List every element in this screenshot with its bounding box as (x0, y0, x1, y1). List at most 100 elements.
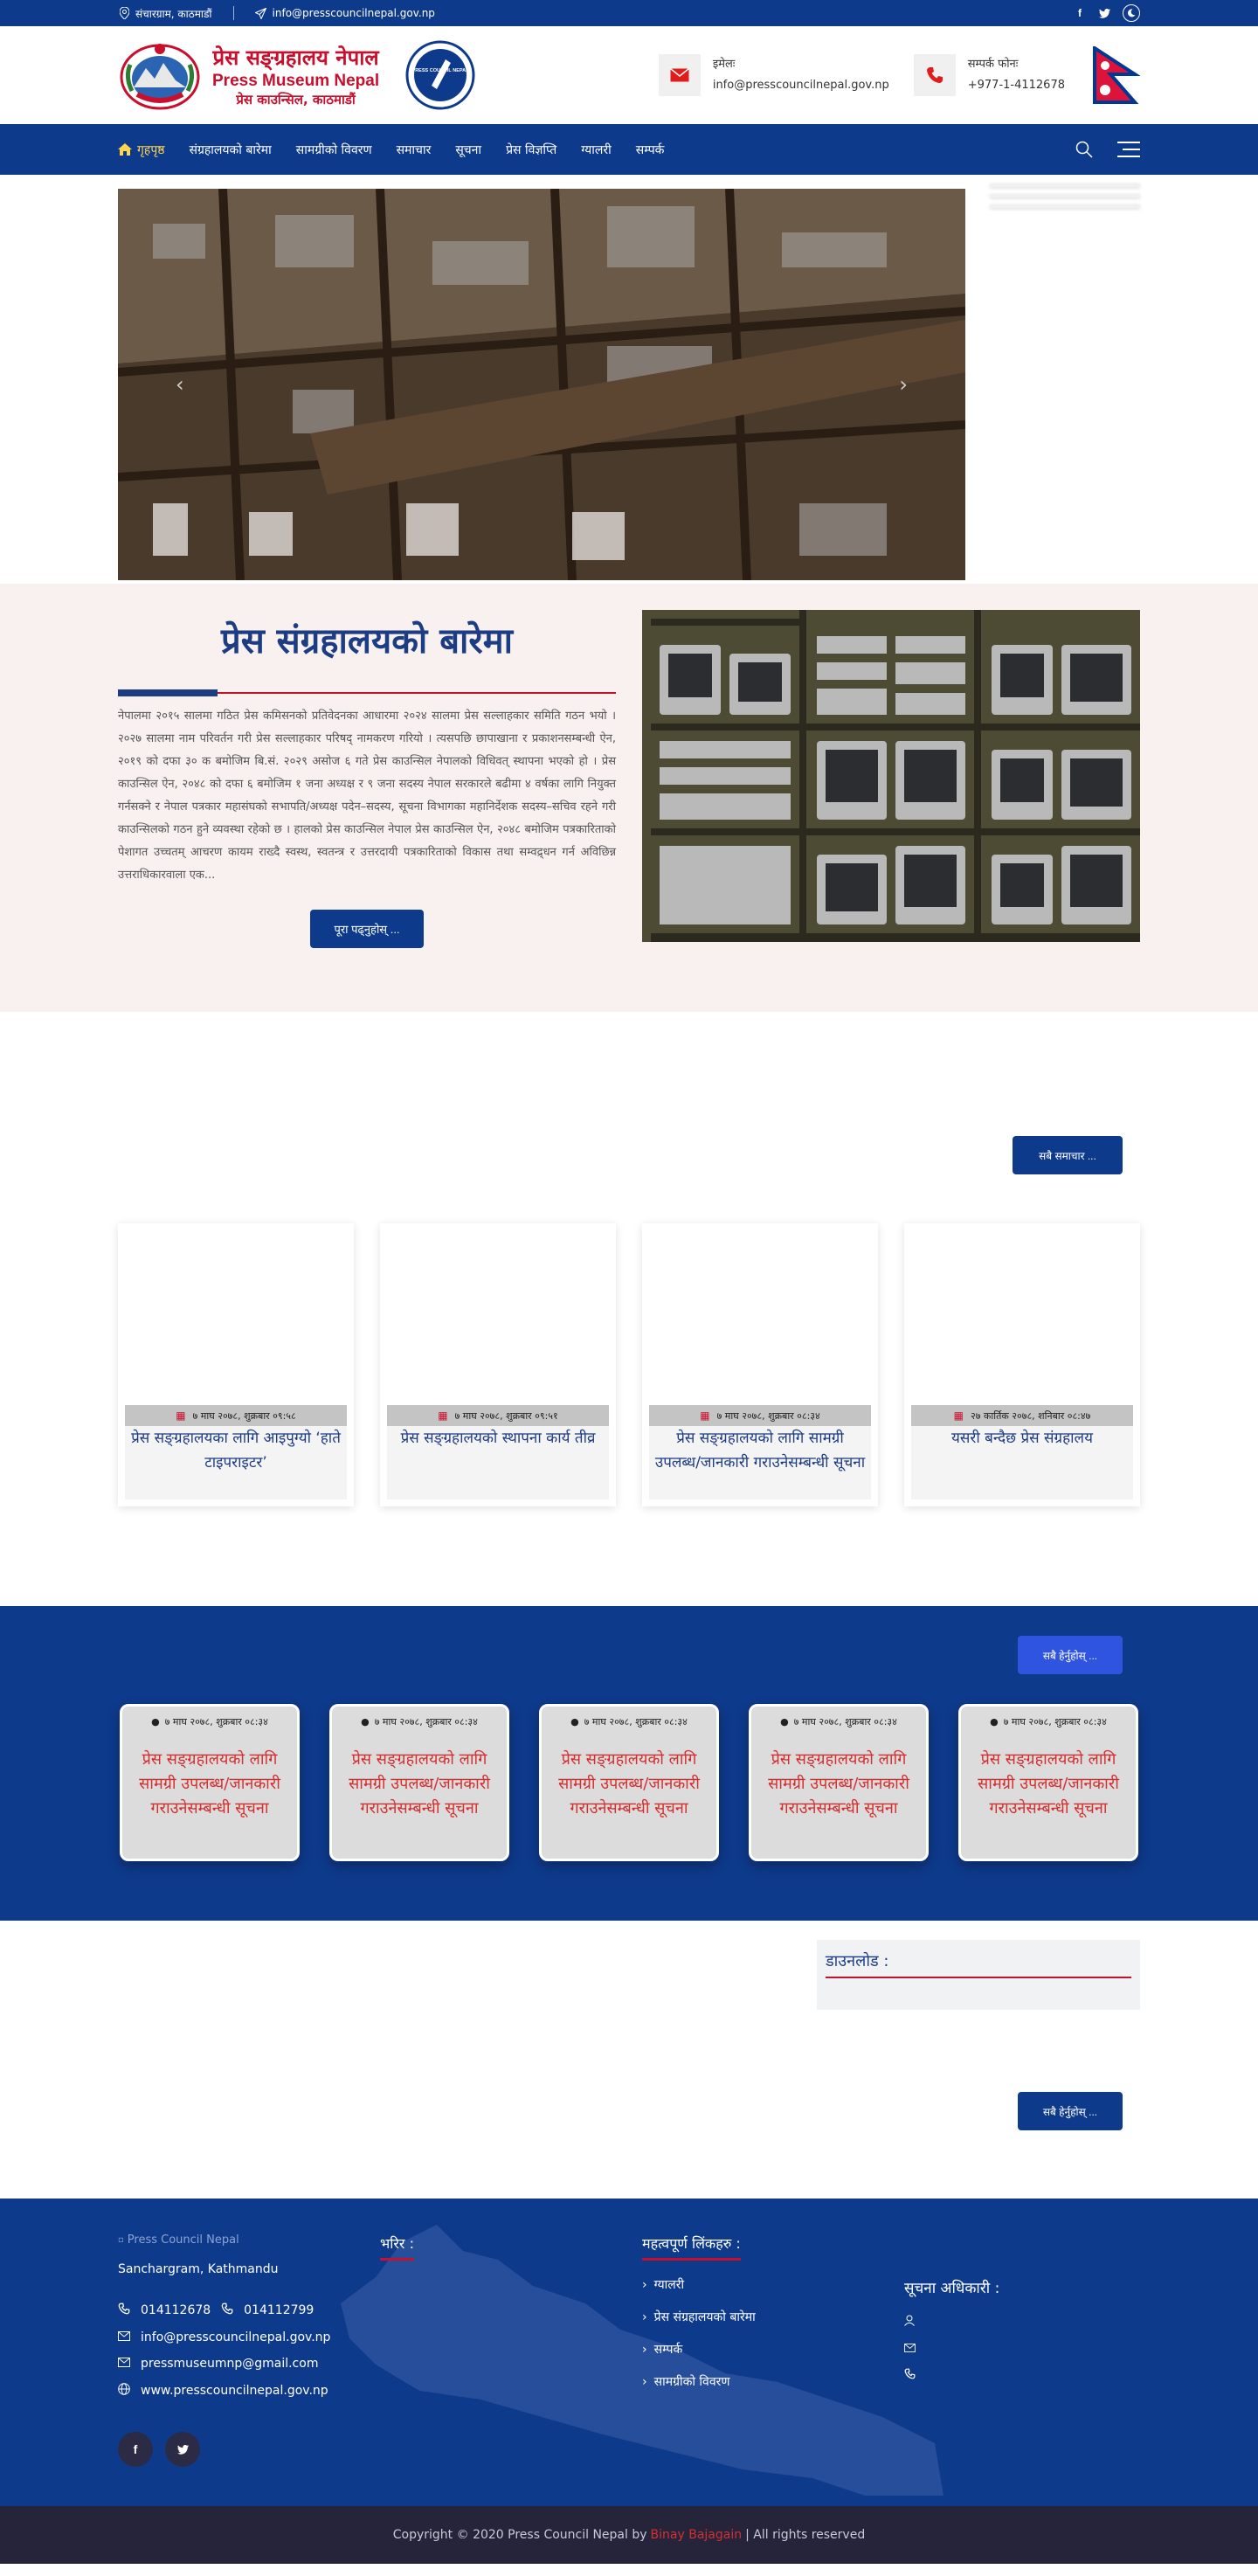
footer-phone-2[interactable]: 014112799 (244, 2303, 314, 2317)
footer-link-about[interactable]: › प्रेस संग्रहालयको बारेमा (642, 2309, 756, 2325)
all-news-button[interactable]: सबै समाचार ... (1013, 1136, 1123, 1174)
notice-title[interactable]: प्रेस सङ्ग्रहालयको लागि सामग्री उपलब्ध/ज… (332, 1748, 507, 1821)
news-date-text: ७ माघ २०७८, शुक्रबार ०९:५८ (192, 1409, 296, 1422)
dark-mode-toggle[interactable] (1123, 4, 1140, 22)
email-value[interactable]: info@presscouncilnepal.gov.np (713, 75, 889, 96)
brand-title[interactable]: प्रेस सङ्ग्रहालय नेपाल Press Museum Nepa… (212, 43, 379, 108)
menu-toggle-icon[interactable] (1117, 142, 1140, 157)
calendar-icon: ▦ (700, 1409, 710, 1422)
notice-date: ७ माघ २०७८, शुक्रबार ०८:३४ (584, 1716, 688, 1728)
phone-value[interactable]: +977-1-4112678 (968, 75, 1065, 96)
nav-item-home[interactable]: गृहपृष्ठ (118, 142, 165, 158)
nepal-emblem-logo[interactable] (118, 38, 202, 112)
image-slider[interactable]: ‹ › (118, 189, 965, 580)
news-date: ▦ २७ कार्तिक २०७८, शनिबार ०८:४७ (911, 1405, 1133, 1426)
sidebar-card (990, 184, 1140, 215)
nav-label: गृहपृष्ठ (137, 142, 165, 157)
email-label: इमेलः (712, 58, 736, 71)
news-card[interactable]: ▦ ७ माघ २०७८, शुक्रबार ०९:५८ प्रेस सङ्ग्र… (118, 1223, 354, 1506)
nav-item-notices[interactable]: सूचना (455, 142, 481, 158)
nav-item-about[interactable]: संग्रहालयको बारेमा (190, 142, 272, 158)
nav-label: ग्यालरी (581, 142, 612, 157)
footer-phone-1[interactable]: 014112678 (141, 2303, 211, 2317)
brand-name-english: Press Museum Nepal (212, 71, 380, 90)
notice-title[interactable]: प्रेस सङ्ग्रहालयको लागि सामग्री उपलब्ध/ज… (122, 1748, 297, 1821)
news-date: ▦ ७ माघ २०७८, शुक्रबार ०८:३४ (649, 1405, 871, 1426)
copyright-bar: Copyright © 2020 Press Council Nepal by … (0, 2506, 1258, 2564)
chevron-right-icon: › (642, 2374, 647, 2389)
copyright-author-link[interactable]: Binay Bajagain (651, 2528, 743, 2542)
footer-link-label: ग्यालरी (653, 2278, 685, 2292)
twitter-icon[interactable] (165, 2432, 200, 2467)
notice-card[interactable]: ● ७ माघ २०७८, शुक्रबार ०८:३४ प्रेस सङ्ग्र… (958, 1704, 1138, 1861)
envelope-icon (669, 68, 689, 82)
user-icon (904, 2315, 915, 2330)
news-card[interactable]: ▦ ७ माघ २०७८, शुक्रबार ०९:५१ प्रेस सङ्ग्र… (380, 1223, 616, 1506)
news-title[interactable]: यसरी बन्दैछ प्रेस संग्रहालय (911, 1426, 1133, 1499)
envelope-icon (904, 2342, 916, 2356)
brand-subtitle: प्रेस काउन्सिल, काठमाडौं (236, 91, 356, 107)
email-info[interactable]: info@presscouncilnepal.gov.np (255, 7, 435, 19)
nav-item-press-release[interactable]: प्रेस विज्ञप्ति (506, 142, 556, 158)
site-footer: ▫ Press Council Nepal Sanchargram, Kathm… (0, 2199, 1258, 2506)
notice-title[interactable]: प्रेस सङ्ग्रहालयको लागि सामग्री उपलब्ध/ज… (961, 1748, 1136, 1821)
nav-item-contact[interactable]: सम्पर्क (636, 142, 665, 158)
nav-item-gallery[interactable]: ग्यालरी (581, 142, 612, 158)
notice-date: ७ माघ २०७८, शुक्रबार ०८:३४ (164, 1716, 268, 1728)
footer-contact: ▫ Press Council Nepal Sanchargram, Kathm… (118, 2233, 330, 2467)
news-date: ▦ ७ माघ २०७८, शुक्रबार ०९:५८ (125, 1405, 347, 1426)
footer-link-contact[interactable]: › सम्पर्क (642, 2341, 756, 2358)
nav-label: सामग्रीको विवरण (295, 142, 372, 157)
footer-link-materials[interactable]: › सामग्रीको विवरण (642, 2373, 756, 2390)
moon-icon (1128, 9, 1136, 17)
nav-item-materials[interactable]: सामग्रीको विवरण (296, 142, 372, 158)
hero-section: ‹ › (118, 175, 1140, 580)
email-link[interactable]: info@presscouncilnepal.gov.np (273, 7, 435, 19)
links-heading: महत्वपूर्ण लिंकहरु : (642, 2233, 741, 2261)
nav-label: संग्रहालयको बारेमा (189, 142, 272, 157)
news-title[interactable]: प्रेस सङ्ग्रहालयका लागि आइपुग्यो ‘हाते ट… (125, 1426, 347, 1499)
footer-logo-image[interactable]: ▫ Press Council Nepal (118, 2233, 330, 2247)
globe-icon (118, 2383, 130, 2399)
footer-email-2[interactable]: pressmuseumnp@gmail.com (141, 2357, 318, 2371)
notice-card[interactable]: ● ७ माघ २०७८, शुक्रबार ०८:३४ प्रेस सङ्ग्र… (749, 1704, 929, 1861)
notice-card[interactable]: ● ७ माघ २०७८, शुक्रबार ०८:३४ प्रेस सङ्ग्र… (329, 1704, 509, 1861)
footer-link-label: सम्पर्क (653, 2343, 683, 2357)
notice-title[interactable]: प्रेस सङ्ग्रहालयको लागि सामग्री उपलब्ध/ज… (751, 1748, 926, 1821)
nav-item-news[interactable]: समाचार (397, 142, 432, 158)
clock-icon: ● (990, 1716, 999, 1728)
news-card[interactable]: ▦ २७ कार्तिक २०७८, शनिबार ०८:४७ यसरी बन्द… (904, 1223, 1140, 1506)
news-title[interactable]: प्रेस सङ्ग्रहालयको स्थापना कार्य तीव्र (387, 1426, 609, 1499)
search-icon[interactable] (1075, 141, 1093, 158)
twitter-icon[interactable] (1098, 7, 1110, 19)
museum-equipment-image (642, 610, 1140, 942)
news-card[interactable]: ▦ ७ माघ २०७८, शुक्रबार ०८:३४ प्रेस सङ्ग्र… (642, 1223, 878, 1506)
chevron-right-icon: › (642, 2342, 647, 2357)
view-all-notices-button[interactable]: सबै हेर्नुहोस् ... (1018, 1636, 1123, 1674)
notice-card[interactable]: ● ७ माघ २०७८, शुक्रबार ०८:३४ प्रेस सङ्ग्र… (539, 1704, 719, 1861)
press-council-logo[interactable]: PRESS COUNCIL NEPAL (405, 40, 475, 110)
notice-card[interactable]: ● ७ माघ २०७८, शुक्रबार ०८:३४ प्रेस सङ्ग्र… (120, 1704, 300, 1861)
news-title[interactable]: प्रेस सङ्ग्रहालयको लागि सामग्री उपलब्ध/ज… (649, 1426, 871, 1499)
read-more-button[interactable]: पूरा पढ्नुहोस् ... (310, 910, 424, 948)
facebook-icon[interactable]: f (1074, 7, 1086, 19)
notice-title[interactable]: प्रेस सङ्ग्रहालयको लागि सामग्री उपलब्ध/ज… (542, 1748, 716, 1821)
footer-logo-alt: Press Council Nepal (127, 2233, 239, 2247)
clock-icon: ● (151, 1716, 160, 1728)
header-email[interactable]: इमेलः info@presscouncilnepal.gov.np (658, 54, 889, 96)
clock-icon: ● (570, 1716, 579, 1728)
press-council-logo-text: PRESS COUNCIL NEPAL (412, 68, 470, 73)
header-phone[interactable]: सम्पर्क फोनः +977-1-4112678 (913, 54, 1065, 96)
slider-next-icon[interactable]: › (899, 372, 908, 397)
facebook-icon[interactable]: f (118, 2432, 153, 2467)
slider-prev-icon[interactable]: ‹ (176, 372, 184, 397)
footer-email-1[interactable]: info@presscouncilnepal.gov.np (141, 2330, 330, 2344)
footer-link-gallery[interactable]: › ग्यालरी (642, 2276, 756, 2293)
envelope-box (658, 54, 701, 96)
view-all-downloads-button[interactable]: सबै हेर्नुहोस् ... (1018, 2092, 1123, 2130)
divider (232, 6, 234, 20)
footer-website[interactable]: www.presscouncilnepal.gov.np (141, 2384, 328, 2398)
about-section: प्रेस संग्रहालयको बारेमा नेपालमा २०१५ सा… (0, 584, 1258, 1012)
main-navigation: गृहपृष्ठ संग्रहालयको बारेमा सामग्रीको वि… (0, 124, 1258, 175)
notices-section: सबै हेर्नुहोस् ... ● ७ माघ २०७८, शुक्रबार… (0, 1606, 1258, 1921)
